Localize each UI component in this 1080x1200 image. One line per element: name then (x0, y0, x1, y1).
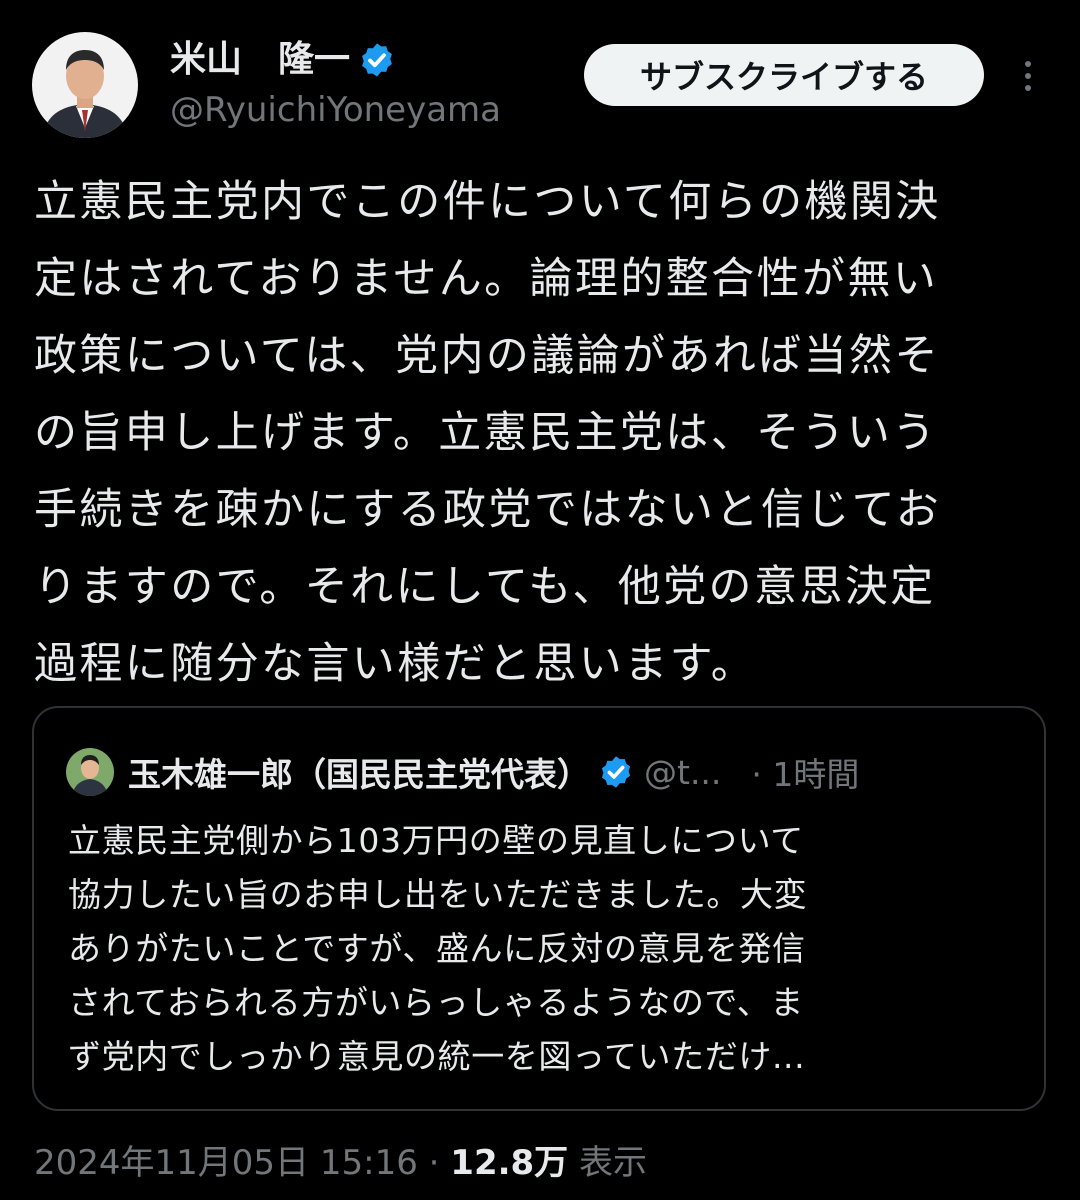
tweet-meta: 2024年11月05日 15:16 · 12.8万 表示 (34, 1138, 647, 1188)
quoted-text-line: ず党内でしっかり意見の統一を図っていただけ... (68, 1037, 806, 1076)
views-label: 表示 (579, 1143, 647, 1183)
meta-separator: · (428, 1143, 440, 1183)
author-handle[interactable]: @RyuichiYoneyama (170, 88, 501, 132)
views-count: 12.8万 (450, 1143, 569, 1183)
more-vertical-icon[interactable] (1008, 56, 1048, 96)
quoted-author-handle[interactable]: @t... (644, 753, 721, 792)
quoted-author-avatar[interactable] (66, 748, 114, 796)
more-dot (1025, 61, 1031, 67)
quoted-author-avatar-image (66, 748, 114, 796)
quoted-text-line: されておられる方がいらっしゃるようなので、ま (68, 983, 804, 1022)
quoted-tweet-text: 立憲民主党側から103万円の壁の見直しについて 協力したい旨のお申し出をいただき… (68, 814, 1018, 1084)
tweet-text-line: りますので。それにしても、他党の意思決定 (34, 562, 936, 612)
author-avatar[interactable] (32, 32, 138, 138)
quoted-text-line: ありがたいことですが、盛んに反対の意見を発信 (68, 929, 806, 968)
author-avatar-image (32, 32, 138, 138)
tweet-text-line: の旨申し上げます。立憲民主党は、そういう (34, 408, 938, 458)
tweet-text-line: 政策については、党内の議論があれば当然そ (34, 331, 940, 381)
quoted-author-display-name[interactable]: 玉木雄一郎（国民民主党代表） (128, 748, 590, 796)
tweet-text: 立憲民主党内でこの件について何らの機関決 定はされておりません。論理的整合性が無… (34, 164, 1046, 703)
quoted-verified-badge-icon (601, 756, 631, 788)
tweet-text-line: 過程に随分な言い様だと思います。 (34, 639, 757, 689)
quoted-tweet-time[interactable]: · 1時間 (751, 748, 859, 796)
author-name-row: 米山 隆一 (170, 36, 396, 84)
tweet-datetime[interactable]: 2024年11月05日 15:16 (34, 1143, 418, 1183)
more-dot (1025, 73, 1031, 79)
more-dot (1025, 85, 1031, 91)
quoted-text-line: 立憲民主党側から103万円の壁の見直しについて (68, 821, 804, 860)
verified-badge-icon[interactable] (358, 41, 396, 79)
tweet-text-line: 定はされておりません。論理的整合性が無い (34, 254, 939, 304)
tweet-text-line: 手続きを疎かにする政党ではないと信じてお (34, 485, 942, 535)
quoted-tweet-card[interactable]: 玉木雄一郎（国民民主党代表） @t... · 1時間 立憲民主党側から103万円… (32, 706, 1046, 1111)
author-display-name[interactable]: 米山 隆一 (170, 36, 350, 84)
tweet-text-line: 立憲民主党内でこの件について何らの機関決 (34, 177, 941, 227)
tweet-header: 米山 隆一 @RyuichiYoneyama サブスクライブする (0, 0, 1080, 150)
quoted-tweet-header: 玉木雄一郎（国民民主党代表） @t... · 1時間 (66, 744, 1016, 800)
subscribe-button[interactable]: サブスクライブする (584, 44, 984, 106)
quoted-text-line: 協力したい旨のお申し出をいただきました。大変 (68, 875, 808, 914)
